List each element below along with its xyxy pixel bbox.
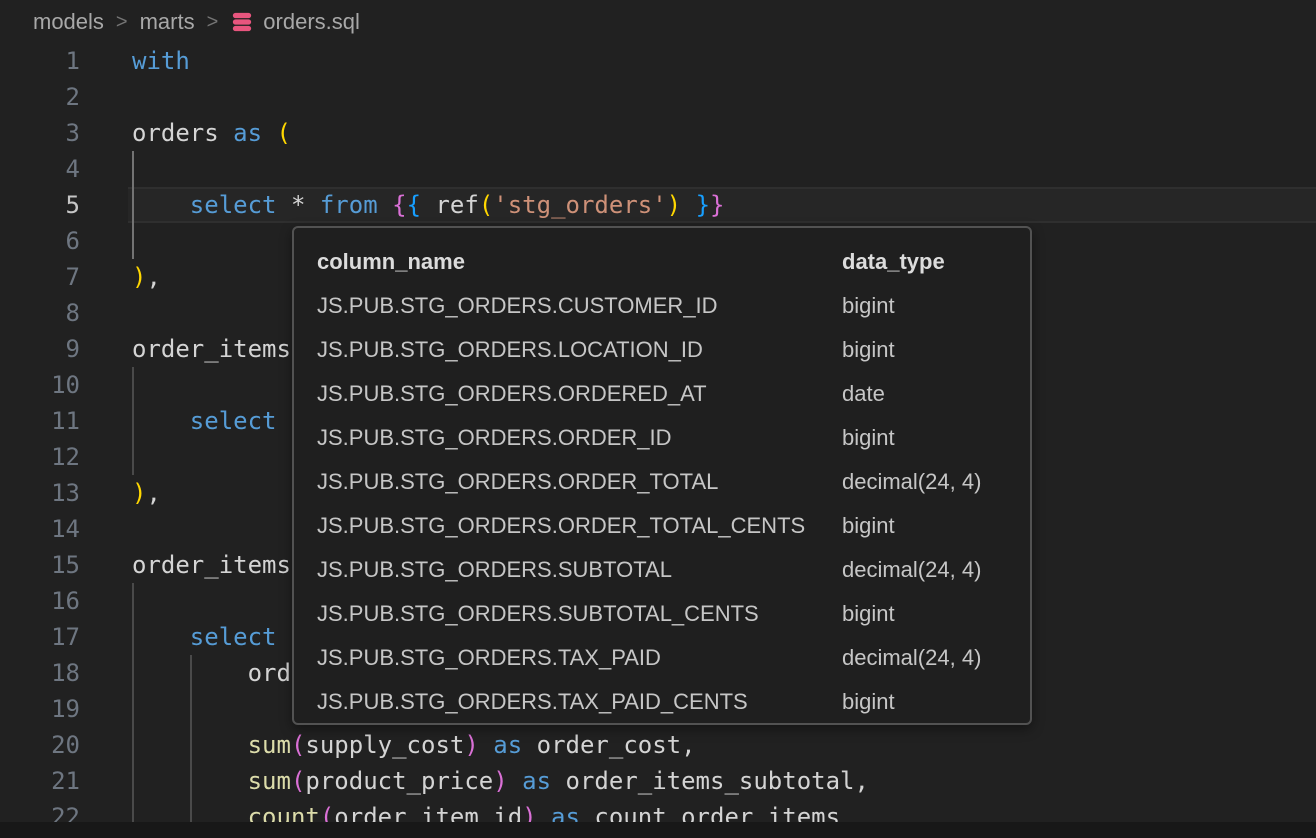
table-row: JS.PUB.STG_ORDERS.ORDERED_ATdate <box>317 372 1012 416</box>
table-row: JS.PUB.STG_ORDERS.SUBTOTALdecimal(24, 4) <box>317 548 1012 592</box>
code-text: order_items <box>132 547 291 583</box>
line-number: 6 <box>0 223 80 259</box>
table-row: JS.PUB.STG_ORDERS.ORDER_IDbigint <box>317 416 1012 460</box>
column-name-cell: JS.PUB.STG_ORDERS.ORDER_ID <box>317 416 842 460</box>
table-column-header: column_name <box>317 240 842 284</box>
code-line[interactable]: 21 sum(product_price) as order_items_sub… <box>0 763 1316 799</box>
code-text: sum(product_price) as order_items_subtot… <box>132 763 869 799</box>
line-number: 14 <box>0 511 80 547</box>
code-text: order_items <box>132 331 291 367</box>
indent-guide <box>132 151 134 187</box>
line-number: 21 <box>0 763 80 799</box>
code-text: select <box>132 619 277 655</box>
column-name-cell: JS.PUB.STG_ORDERS.CUSTOMER_ID <box>317 284 842 328</box>
line-number: 12 <box>0 439 80 475</box>
code-text: ), <box>132 475 161 511</box>
column-name-cell: JS.PUB.STG_ORDERS.LOCATION_ID <box>317 328 842 372</box>
column-name-cell: JS.PUB.STG_ORDERS.ORDER_TOTAL_CENTS <box>317 504 842 548</box>
column-name-cell: JS.PUB.STG_ORDERS.TAX_PAID_CENTS <box>317 680 842 724</box>
table-column-header: data_type <box>842 240 1012 284</box>
column-name-cell: JS.PUB.STG_ORDERS.ORDERED_AT <box>317 372 842 416</box>
data-type-cell: bigint <box>842 284 1012 328</box>
code-line[interactable]: 4 <box>0 151 1316 187</box>
line-number: 11 <box>0 403 80 439</box>
line-number: 1 <box>0 43 80 79</box>
data-type-cell: bigint <box>842 680 1012 724</box>
data-type-cell: decimal(24, 4) <box>842 636 1012 680</box>
column-metadata-table: column_namedata_type JS.PUB.STG_ORDERS.C… <box>317 240 1012 724</box>
breadcrumb-item-marts[interactable]: marts <box>140 9 195 35</box>
table-row: JS.PUB.STG_ORDERS.ORDER_TOTAL_CENTSbigin… <box>317 504 1012 548</box>
breadcrumb-file[interactable]: orders.sql <box>263 9 360 35</box>
indent-guide <box>132 367 134 403</box>
column-name-cell: JS.PUB.STG_ORDERS.SUBTOTAL <box>317 548 842 592</box>
line-number: 4 <box>0 151 80 187</box>
breadcrumb: models > marts > orders.sql <box>0 0 1316 44</box>
data-type-cell: bigint <box>842 504 1012 548</box>
line-number: 8 <box>0 295 80 331</box>
data-type-cell: bigint <box>842 416 1012 460</box>
code-text: sum(supply_cost) as order_cost, <box>132 727 696 763</box>
hover-popup: column_namedata_type JS.PUB.STG_ORDERS.C… <box>292 226 1032 725</box>
line-number: 9 <box>0 331 80 367</box>
code-line[interactable]: 1 with <box>0 43 1316 79</box>
line-number: 2 <box>0 79 80 115</box>
indent-guide <box>190 691 192 727</box>
indent-guide <box>132 439 134 475</box>
table-row: JS.PUB.STG_ORDERS.SUBTOTAL_CENTSbigint <box>317 592 1012 636</box>
column-name-cell: JS.PUB.STG_ORDERS.ORDER_TOTAL <box>317 460 842 504</box>
code-text: ), <box>132 259 161 295</box>
table-row: JS.PUB.STG_ORDERS.ORDER_TOTALdecimal(24,… <box>317 460 1012 504</box>
line-number: 13 <box>0 475 80 511</box>
code-text: select <box>132 403 277 439</box>
indent-guide <box>132 223 134 259</box>
code-line[interactable]: 20 sum(supply_cost) as order_cost, <box>0 727 1316 763</box>
line-number: 16 <box>0 583 80 619</box>
line-number: 15 <box>0 547 80 583</box>
data-type-cell: date <box>842 372 1012 416</box>
editor-window: models > marts > orders.sql 1 with 23 order… <box>0 0 1316 838</box>
data-type-cell: bigint <box>842 328 1012 372</box>
code-text: with <box>132 43 190 79</box>
breadcrumb-item-models[interactable]: models <box>33 9 104 35</box>
code-line[interactable]: 2 <box>0 79 1316 115</box>
line-number: 5 <box>0 187 80 223</box>
table-row: JS.PUB.STG_ORDERS.TAX_PAID_CENTSbigint <box>317 680 1012 724</box>
column-name-cell: JS.PUB.STG_ORDERS.TAX_PAID <box>317 636 842 680</box>
code-text: orders as ( <box>132 115 291 151</box>
table-header-row: column_namedata_type <box>317 240 1012 284</box>
breadcrumb-separator-icon: > <box>116 11 128 34</box>
line-number: 19 <box>0 691 80 727</box>
indent-guide <box>132 583 134 619</box>
data-type-cell: decimal(24, 4) <box>842 548 1012 592</box>
code-text: select * from {{ ref('stg_orders') }} <box>132 187 724 223</box>
code-line[interactable]: 5 select * from {{ ref('stg_orders') }} <box>0 187 1316 223</box>
line-number: 10 <box>0 367 80 403</box>
column-name-cell: JS.PUB.STG_ORDERS.SUBTOTAL_CENTS <box>317 592 842 636</box>
line-number: 18 <box>0 655 80 691</box>
line-number: 7 <box>0 259 80 295</box>
table-row: JS.PUB.STG_ORDERS.LOCATION_IDbigint <box>317 328 1012 372</box>
line-number: 20 <box>0 727 80 763</box>
line-number: 3 <box>0 115 80 151</box>
database-icon <box>230 10 254 34</box>
table-row: JS.PUB.STG_ORDERS.CUSTOMER_IDbigint <box>317 284 1012 328</box>
bottom-strip <box>0 822 1316 838</box>
data-type-cell: bigint <box>842 592 1012 636</box>
breadcrumb-separator-icon: > <box>207 11 219 34</box>
code-text: ord <box>132 655 291 691</box>
code-line[interactable]: 3 orders as ( <box>0 115 1316 151</box>
table-row: JS.PUB.STG_ORDERS.TAX_PAIDdecimal(24, 4) <box>317 636 1012 680</box>
data-type-cell: decimal(24, 4) <box>842 460 1012 504</box>
indent-guide <box>132 691 134 727</box>
line-number: 17 <box>0 619 80 655</box>
